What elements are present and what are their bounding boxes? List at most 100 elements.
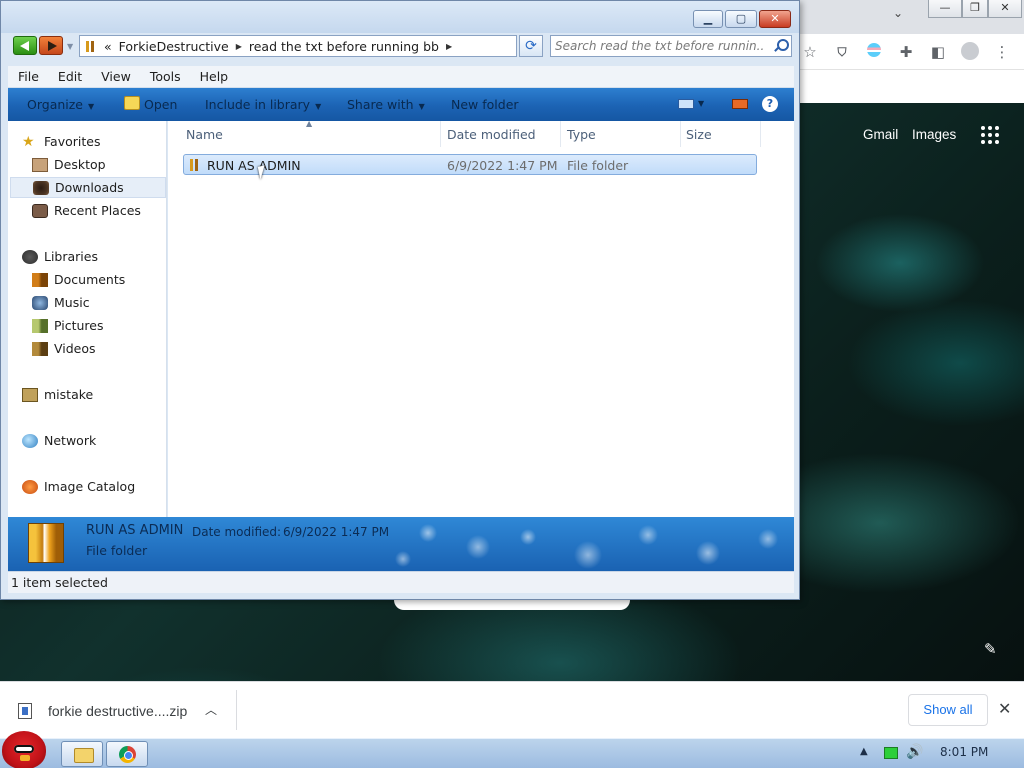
back-button[interactable] — [13, 36, 37, 55]
show-all-button[interactable]: Show all — [908, 694, 988, 726]
folder-icon — [28, 523, 64, 563]
libraries-icon — [22, 249, 38, 264]
menu-edit[interactable]: Edit — [48, 69, 91, 84]
image-catalog-icon — [22, 479, 38, 494]
breadcrumb-arrow-icon[interactable]: ▶ — [446, 42, 452, 51]
nav-image-catalog[interactable]: Image Catalog — [22, 476, 166, 497]
browser-close-button[interactable]: ✕ — [988, 0, 1022, 18]
explorer-titlebar[interactable]: ▁ ▢ ✕ — [1, 1, 799, 33]
search-input[interactable] — [555, 38, 765, 54]
navigation-pane: ★ Favorites Desktop Downloads Recent Pla… — [8, 121, 167, 517]
column-divider[interactable] — [760, 121, 761, 147]
ublock-extension-icon[interactable]: ⛉ — [832, 42, 852, 62]
details-file-type: File folder — [86, 543, 148, 558]
details-date-label: Date modified: — [192, 525, 282, 539]
nav-documents[interactable]: Documents — [32, 269, 166, 290]
share-with-label: Share with — [347, 97, 414, 112]
details-file-name: RUN AS ADMIN — [86, 523, 184, 538]
side-panel-icon[interactable]: ◧ — [928, 42, 948, 62]
menu-tools[interactable]: Tools — [140, 69, 190, 84]
bookmark-star-icon[interactable]: ☆ — [800, 42, 820, 62]
documents-icon — [32, 272, 48, 287]
nav-network[interactable]: Network — [22, 430, 166, 451]
volume-icon[interactable]: 🔊 — [906, 744, 923, 760]
include-in-library-label: Include in library — [205, 97, 311, 112]
nav-label: Desktop — [54, 157, 106, 172]
new-folder-button[interactable]: New folder — [451, 97, 519, 112]
chevron-up-icon[interactable]: ︿ — [205, 701, 217, 718]
nav-label: Pictures — [54, 318, 104, 333]
nav-label: Music — [54, 295, 90, 310]
refresh-button[interactable]: ⟳ — [519, 35, 543, 57]
help-icon[interactable]: ? — [762, 96, 778, 112]
breadcrumb-overflow[interactable]: « — [104, 39, 112, 54]
column-name[interactable]: Name — [186, 127, 223, 143]
customize-pencil-icon[interactable]: ✎ — [984, 640, 997, 658]
nav-videos[interactable]: Videos — [32, 338, 166, 359]
nav-libraries[interactable]: Libraries — [22, 246, 166, 267]
nav-homegroup[interactable]: mistake — [22, 384, 166, 405]
organize-button[interactable]: Organize ▼ — [27, 97, 94, 112]
browser-restore-button[interactable]: ❐ — [962, 0, 988, 18]
show-hidden-icons-icon[interactable]: ▲ — [860, 746, 868, 757]
column-date-modified[interactable]: Date modified — [447, 127, 536, 143]
share-with-button[interactable]: Share with ▼ — [347, 97, 425, 112]
network-tray-icon[interactable] — [884, 747, 898, 759]
column-divider[interactable] — [680, 121, 681, 147]
menu-view[interactable]: View — [91, 69, 140, 84]
gmail-link[interactable]: Gmail — [863, 127, 898, 142]
nav-label: Downloads — [55, 180, 124, 195]
close-button[interactable]: ✕ — [759, 10, 791, 28]
maximize-button[interactable]: ▢ — [725, 10, 757, 28]
pride-extension-icon[interactable] — [864, 42, 884, 62]
file-date: 6/9/2022 1:47 PM — [447, 158, 558, 173]
status-text: 1 item selected — [11, 575, 108, 590]
include-in-library-button[interactable]: Include in library ▼ — [205, 97, 321, 112]
column-size[interactable]: Size — [686, 127, 712, 143]
column-type[interactable]: Type — [567, 127, 596, 143]
menu-file[interactable]: File — [8, 69, 48, 84]
breadcrumb-current-folder[interactable]: read the txt before running bb — [249, 39, 439, 54]
nav-favorites[interactable]: ★ Favorites — [22, 131, 166, 152]
menu-help[interactable]: Help — [190, 69, 238, 84]
extensions-puzzle-icon[interactable]: ✚ — [896, 42, 916, 62]
breadcrumb-arrow-icon[interactable]: ▶ — [236, 42, 242, 51]
download-item[interactable]: forkie destructive....zip — [18, 700, 187, 722]
start-button[interactable] — [2, 731, 46, 768]
clock[interactable]: 8:01 PM — [940, 745, 988, 759]
file-type: File folder — [567, 158, 629, 173]
nav-music[interactable]: Music — [32, 292, 166, 313]
profile-avatar-icon[interactable] — [960, 42, 980, 62]
minimize-button[interactable]: ▁ — [693, 10, 723, 28]
breadcrumb-forkiedestructive[interactable]: ForkieDestructive — [119, 39, 229, 54]
chevron-down-icon[interactable]: ▼ — [698, 99, 704, 108]
nav-downloads[interactable]: Downloads — [10, 177, 166, 198]
taskbar-chrome-button[interactable] — [106, 741, 148, 767]
recent-pages-chevron-icon[interactable]: ▼ — [67, 42, 73, 51]
sort-ascending-icon: ▲ — [306, 119, 313, 128]
chevron-down-icon: ▼ — [88, 102, 95, 111]
table-row[interactable]: RUN AS ADMIN 6/9/2022 1:47 PM File folde… — [183, 154, 757, 175]
images-link[interactable]: Images — [912, 127, 956, 142]
google-apps-icon[interactable] — [981, 126, 999, 144]
taskbar-explorer-button[interactable] — [61, 741, 103, 767]
details-pane: RUN AS ADMIN Date modified: 6/9/2022 1:4… — [8, 517, 794, 571]
preview-pane-icon[interactable] — [732, 99, 748, 109]
column-divider[interactable] — [440, 121, 441, 147]
tab-search-icon[interactable]: ⌄ — [893, 6, 903, 20]
browser-menu-icon[interactable]: ⋮ — [992, 42, 1012, 62]
browser-minimize-button[interactable]: — — [928, 0, 962, 18]
change-view-icon[interactable] — [678, 99, 694, 109]
forward-button[interactable] — [39, 36, 63, 55]
search-icon[interactable] — [773, 39, 789, 53]
nav-desktop[interactable]: Desktop — [32, 154, 166, 175]
nav-recent-places[interactable]: Recent Places — [32, 200, 166, 221]
explorer-window: ▁ ▢ ✕ ▼ « ForkieDestructive ▶ read the t… — [0, 0, 800, 600]
details-date-value: 6/9/2022 1:47 PM — [283, 525, 390, 539]
recent-places-icon — [32, 203, 48, 218]
nav-pictures[interactable]: Pictures — [32, 315, 166, 336]
address-bar[interactable]: « ForkieDestructive ▶ read the txt befor… — [79, 35, 586, 57]
column-divider[interactable] — [560, 121, 561, 147]
close-icon[interactable]: ✕ — [998, 699, 1011, 718]
open-button[interactable]: Open — [144, 97, 177, 112]
